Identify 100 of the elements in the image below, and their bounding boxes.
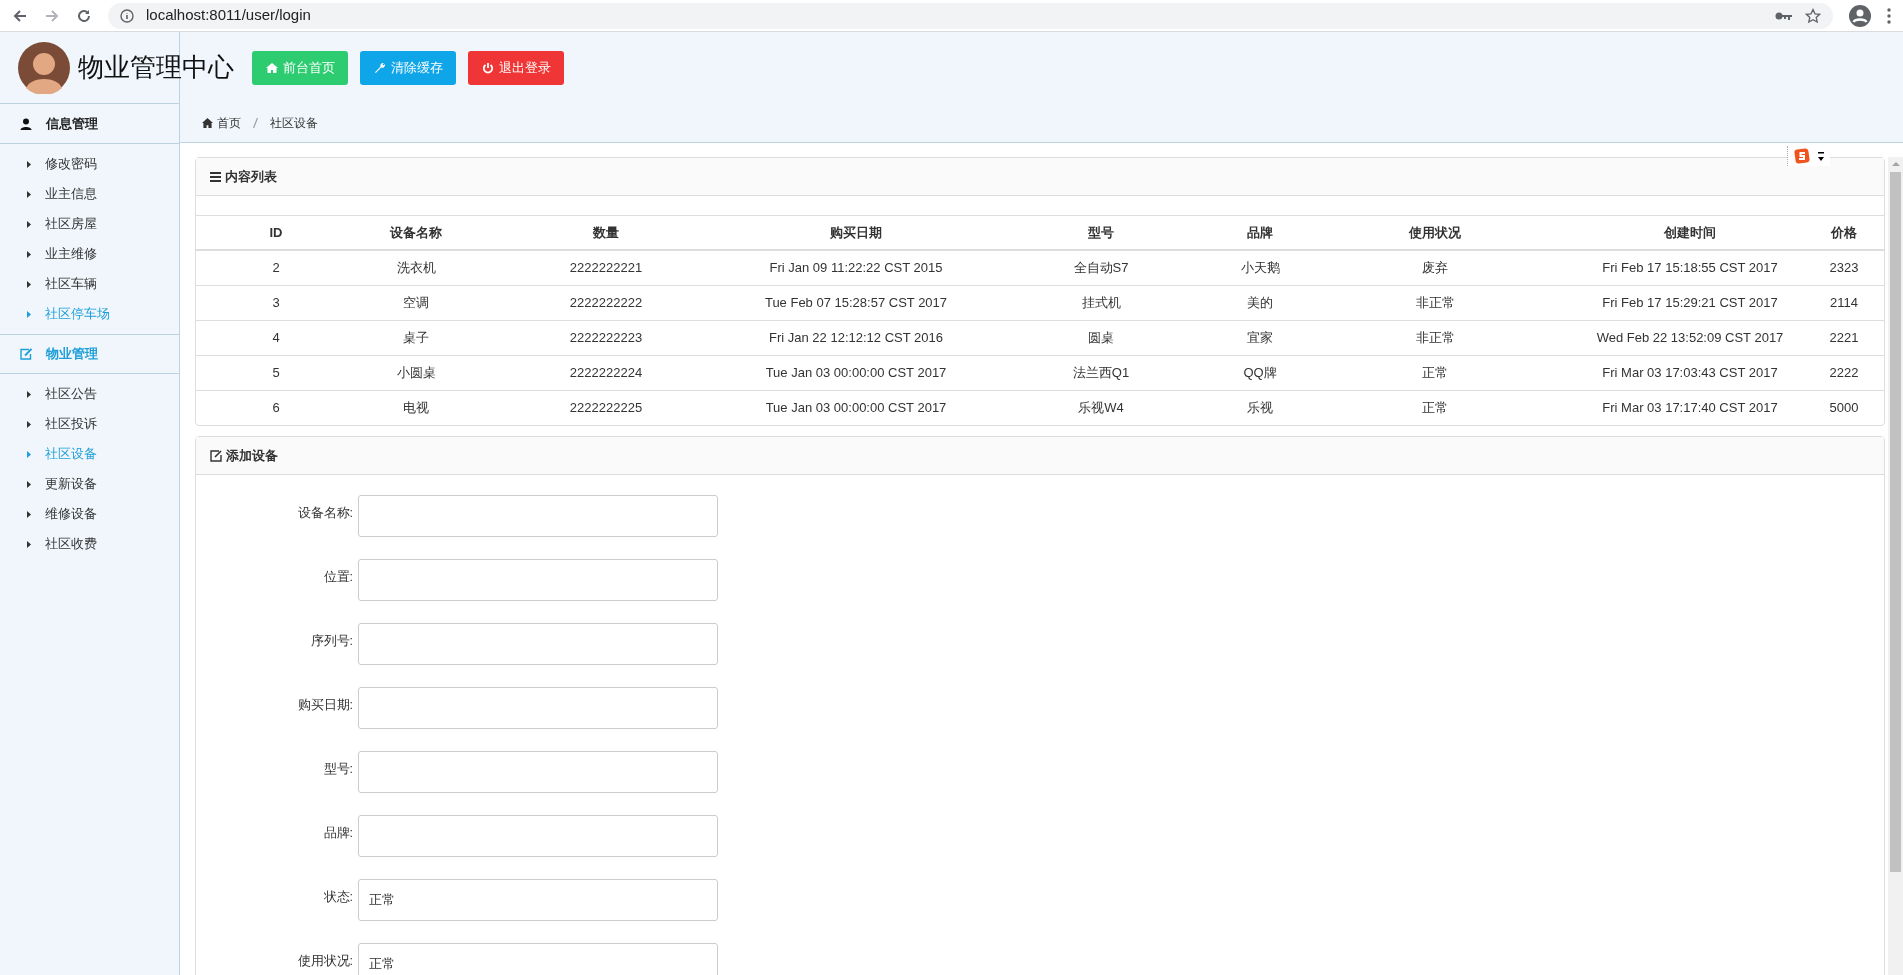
caret-icon <box>27 280 31 288</box>
table-cell: Tue Jan 03 00:00:00 CST 2017 <box>736 390 976 425</box>
breadcrumb-link[interactable]: 社区设备 <box>270 113 318 132</box>
table-cell: 4 <box>196 320 356 355</box>
sidebar-item[interactable]: 维修设备 <box>0 499 179 529</box>
table-cell: Fri Feb 17 15:18:55 CST 2017 <box>1576 250 1804 285</box>
input-field[interactable] <box>358 751 718 793</box>
sidebar-item[interactable]: 社区收费 <box>0 529 179 559</box>
table-cell: 法兰西Q1 <box>976 355 1226 390</box>
table-cell: 2222222224 <box>476 355 736 390</box>
field-label: 使用状况: <box>296 953 354 970</box>
table-cell: QQ牌 <box>1226 355 1294 390</box>
table-cell: 2221 <box>1804 320 1884 355</box>
sidebar-item[interactable]: 更新设备 <box>0 469 179 499</box>
table-cell: 2222222221 <box>476 250 736 285</box>
table-cell: 6 <box>196 390 356 425</box>
table-cell: 废弃 <box>1294 250 1576 285</box>
table-cell: 挂式机 <box>976 285 1226 320</box>
info-icon <box>120 8 134 23</box>
table-cell: 乐视 <box>1226 390 1294 425</box>
ime-toolbar[interactable] <box>1787 146 1830 166</box>
home-icon <box>265 61 278 74</box>
ime-icon <box>1794 148 1810 164</box>
table-cell: 全自动S7 <box>976 250 1226 285</box>
column-header: 使用状况 <box>1294 216 1576 250</box>
star-icon[interactable] <box>1805 7 1821 24</box>
table-cell: 宜家 <box>1226 320 1294 355</box>
column-header: 购买日期 <box>736 216 976 250</box>
table-cell: 小天鹅 <box>1226 250 1294 285</box>
table-cell: Fri Jan 09 11:22:22 CST 2015 <box>736 250 976 285</box>
caret-icon <box>27 220 31 228</box>
caret-icon <box>27 390 31 398</box>
field-label: 设备名称: <box>296 505 354 522</box>
input-field[interactable] <box>358 687 718 729</box>
panel-title: 内容列表 <box>225 167 277 186</box>
caret-icon <box>27 190 31 198</box>
reload-icon[interactable] <box>76 7 92 24</box>
field-label: 型号: <box>322 761 354 778</box>
address-bar[interactable]: localhost:8011/user/login <box>108 2 1833 29</box>
forward-icon[interactable] <box>44 7 60 24</box>
input-field[interactable] <box>358 623 718 665</box>
table-cell: 2222 <box>1804 355 1884 390</box>
nav-button[interactable]: 退出登录 <box>468 50 564 85</box>
input-field[interactable] <box>358 559 718 601</box>
breadcrumb-link[interactable]: 首页 <box>202 113 241 132</box>
home-icon <box>202 117 213 128</box>
caret-icon <box>27 310 31 318</box>
field-label: 品牌: <box>322 825 354 842</box>
profile-icon[interactable] <box>1849 4 1871 27</box>
field-label: 序列号: <box>309 633 354 650</box>
sidebar-item[interactable]: 业主维修 <box>0 239 179 269</box>
table-cell: Fri Mar 03 17:17:40 CST 2017 <box>1576 390 1804 425</box>
menu-icon[interactable] <box>1887 7 1891 24</box>
table-cell: Fri Feb 17 15:29:21 CST 2017 <box>1576 285 1804 320</box>
column-header: ID <box>196 216 356 250</box>
table-cell: 圆桌 <box>976 320 1226 355</box>
scroll-thumb[interactable] <box>1890 172 1901 872</box>
table-cell: 洗衣机 <box>356 250 476 285</box>
table-cell: 5 <box>196 355 356 390</box>
column-header: 品牌 <box>1226 216 1294 250</box>
caret-icon <box>27 510 31 518</box>
table-cell: 2 <box>196 250 356 285</box>
back-icon[interactable] <box>12 7 28 24</box>
input-field[interactable] <box>358 815 718 857</box>
caret-icon <box>27 480 31 488</box>
user-icon <box>20 117 32 130</box>
field-label: 状态: <box>322 889 354 906</box>
table-cell: 非正常 <box>1294 320 1576 355</box>
input-field[interactable] <box>358 495 718 537</box>
list-icon <box>210 171 221 182</box>
wrench-icon <box>373 61 386 74</box>
input-field[interactable]: 正常 <box>358 879 718 921</box>
column-header: 设备名称 <box>356 216 476 250</box>
caret-icon <box>27 160 31 168</box>
table-cell: 非正常 <box>1294 285 1576 320</box>
app-title: 物业管理中心 <box>78 51 234 85</box>
sidebar-section[interactable]: 信息管理 <box>0 104 179 144</box>
column-header: 型号 <box>976 216 1226 250</box>
table-cell: 3 <box>196 285 356 320</box>
edit-icon <box>210 449 222 462</box>
input-field[interactable]: 正常 <box>358 943 718 975</box>
panel-title: 添加设备 <box>226 446 278 465</box>
table-cell: 小圆桌 <box>356 355 476 390</box>
sidebar-item[interactable]: 修改密码 <box>0 149 179 179</box>
sidebar-item[interactable]: 社区车辆 <box>0 269 179 299</box>
sidebar-item[interactable]: 社区公告 <box>0 379 179 409</box>
scrollbar[interactable] <box>1888 157 1903 975</box>
power-icon <box>481 61 494 74</box>
table-cell: Wed Feb 22 13:52:09 CST 2017 <box>1576 320 1804 355</box>
sidebar-item[interactable]: 业主信息 <box>0 179 179 209</box>
caret-icon <box>1818 151 1824 161</box>
table-cell: 5000 <box>1804 390 1884 425</box>
sidebar-item[interactable]: 社区房屋 <box>0 209 179 239</box>
table-cell: 2222222223 <box>476 320 736 355</box>
table-cell: 正常 <box>1294 390 1576 425</box>
caret-icon <box>27 420 31 428</box>
edit-icon <box>20 348 32 360</box>
table-cell: 2222222225 <box>476 390 736 425</box>
sidebar-item[interactable]: 社区投诉 <box>0 409 179 439</box>
table-cell: Tue Jan 03 00:00:00 CST 2017 <box>736 355 976 390</box>
